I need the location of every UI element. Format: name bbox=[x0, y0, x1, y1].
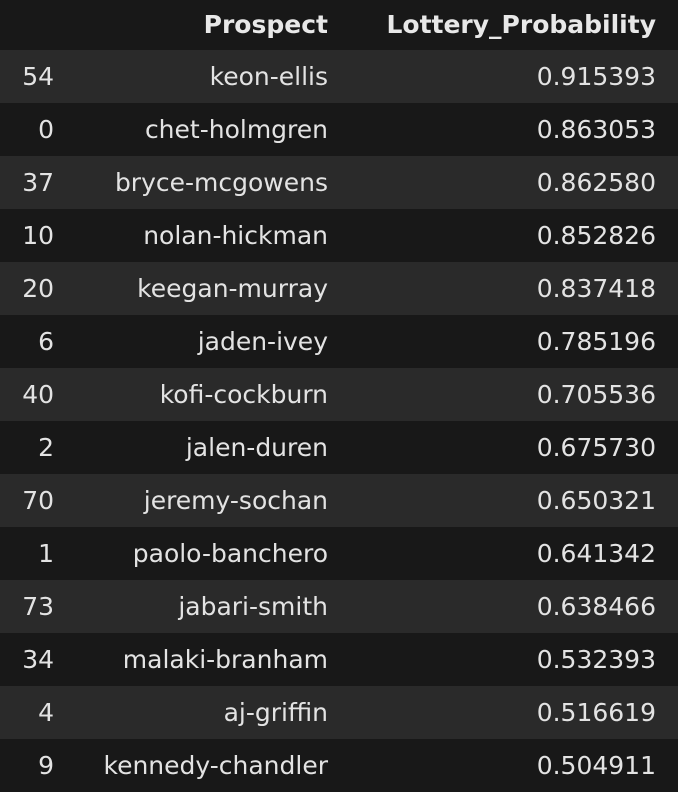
prospect-cell: jalen-duren bbox=[70, 421, 350, 474]
row-index: 0 bbox=[0, 103, 70, 156]
probability-cell: 0.837418 bbox=[350, 262, 678, 315]
prospect-cell: kennedy-chandler bbox=[70, 739, 350, 792]
prospect-cell: kofi-cockburn bbox=[70, 368, 350, 421]
prospect-cell: aj-griffin bbox=[70, 686, 350, 739]
probability-cell: 0.785196 bbox=[350, 315, 678, 368]
probability-cell: 0.641342 bbox=[350, 527, 678, 580]
row-index: 20 bbox=[0, 262, 70, 315]
row-index: 10 bbox=[0, 209, 70, 262]
table-row: 34 malaki-branham 0.532393 bbox=[0, 633, 678, 686]
dataframe-table: Prospect Lottery_Probability 54 keon-ell… bbox=[0, 0, 678, 792]
table-row: 9 kennedy-chandler 0.504911 bbox=[0, 739, 678, 792]
row-index: 37 bbox=[0, 156, 70, 209]
probability-cell: 0.915393 bbox=[350, 50, 678, 103]
lottery-probability-header: Lottery_Probability bbox=[350, 0, 678, 50]
row-index: 40 bbox=[0, 368, 70, 421]
prospect-cell: bryce-mcgowens bbox=[70, 156, 350, 209]
probability-cell: 0.504911 bbox=[350, 739, 678, 792]
prospect-header: Prospect bbox=[70, 0, 350, 50]
table-row: 73 jabari-smith 0.638466 bbox=[0, 580, 678, 633]
probability-cell: 0.862580 bbox=[350, 156, 678, 209]
prospect-cell: jeremy-sochan bbox=[70, 474, 350, 527]
row-index: 9 bbox=[0, 739, 70, 792]
row-index: 73 bbox=[0, 580, 70, 633]
row-index: 34 bbox=[0, 633, 70, 686]
prospect-cell: nolan-hickman bbox=[70, 209, 350, 262]
table-row: 4 aj-griffin 0.516619 bbox=[0, 686, 678, 739]
row-index: 2 bbox=[0, 421, 70, 474]
table-row: 2 jalen-duren 0.675730 bbox=[0, 421, 678, 474]
table-row: 70 jeremy-sochan 0.650321 bbox=[0, 474, 678, 527]
table-row: 1 paolo-banchero 0.641342 bbox=[0, 527, 678, 580]
probability-cell: 0.705536 bbox=[350, 368, 678, 421]
probability-cell: 0.675730 bbox=[350, 421, 678, 474]
prospect-cell: keegan-murray bbox=[70, 262, 350, 315]
table-row: 54 keon-ellis 0.915393 bbox=[0, 50, 678, 103]
prospect-cell: paolo-banchero bbox=[70, 527, 350, 580]
table-body: 54 keon-ellis 0.915393 0 chet-holmgren 0… bbox=[0, 50, 678, 792]
table-row: 20 keegan-murray 0.837418 bbox=[0, 262, 678, 315]
probability-cell: 0.852826 bbox=[350, 209, 678, 262]
probability-cell: 0.638466 bbox=[350, 580, 678, 633]
header-row: Prospect Lottery_Probability bbox=[0, 0, 678, 50]
index-header bbox=[0, 0, 70, 50]
table-row: 10 nolan-hickman 0.852826 bbox=[0, 209, 678, 262]
table-row: 40 kofi-cockburn 0.705536 bbox=[0, 368, 678, 421]
probability-cell: 0.516619 bbox=[350, 686, 678, 739]
row-index: 6 bbox=[0, 315, 70, 368]
row-index: 1 bbox=[0, 527, 70, 580]
row-index: 4 bbox=[0, 686, 70, 739]
prospect-cell: malaki-branham bbox=[70, 633, 350, 686]
prospect-cell: chet-holmgren bbox=[70, 103, 350, 156]
table-row: 37 bryce-mcgowens 0.862580 bbox=[0, 156, 678, 209]
prospect-cell: jabari-smith bbox=[70, 580, 350, 633]
probability-cell: 0.863053 bbox=[350, 103, 678, 156]
table-row: 6 jaden-ivey 0.785196 bbox=[0, 315, 678, 368]
prospect-cell: jaden-ivey bbox=[70, 315, 350, 368]
table-row: 0 chet-holmgren 0.863053 bbox=[0, 103, 678, 156]
row-index: 54 bbox=[0, 50, 70, 103]
probability-cell: 0.532393 bbox=[350, 633, 678, 686]
probability-cell: 0.650321 bbox=[350, 474, 678, 527]
prospect-cell: keon-ellis bbox=[70, 50, 350, 103]
row-index: 70 bbox=[0, 474, 70, 527]
